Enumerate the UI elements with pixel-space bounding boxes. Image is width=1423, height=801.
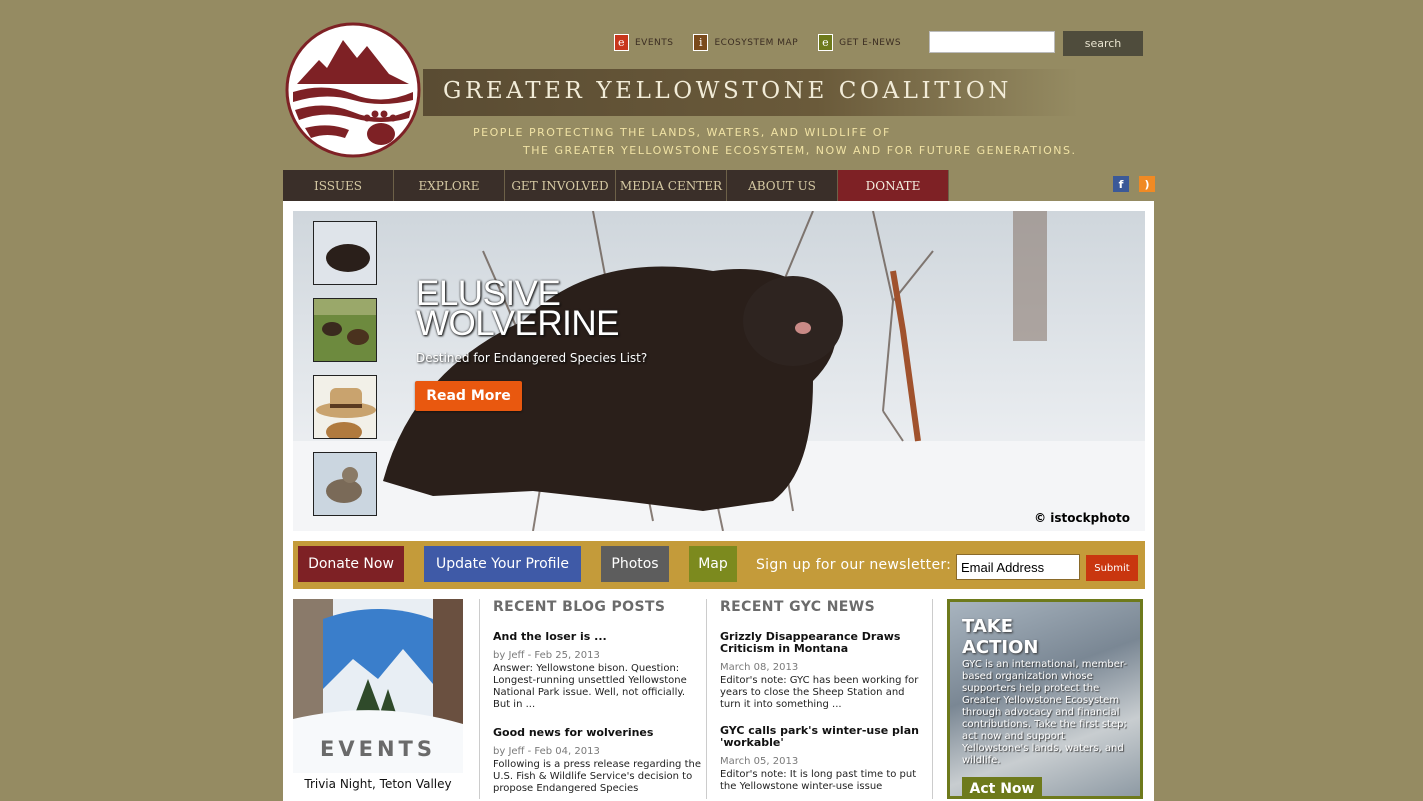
photo-credit: © istockphoto [1034, 511, 1130, 525]
site-title: GREATER YELLOWSTONE COALITION [443, 78, 1013, 104]
events-link[interactable]: e EVENTS [614, 34, 673, 51]
events-letter-icon: e [614, 34, 629, 51]
events-caption[interactable]: Trivia Night, Teton Valley [293, 773, 463, 799]
page-wrapper: e EVENTS i ECOSYSTEM MAP e GET E-NEWS se… [283, 0, 1155, 801]
tagline-line-1: PEOPLE PROTECTING THE LANDS, WATERS, AND… [473, 126, 891, 139]
blog-post-excerpt: Following is a press release regarding t… [493, 759, 701, 794]
action-bar: Donate Now Update Your Profile Photos Ma… [293, 541, 1145, 589]
column-divider [479, 599, 480, 799]
social-links: f ) [1113, 176, 1155, 192]
recent-gyc-news: RECENT GYC NEWS Grizzly Disappearance Dr… [720, 599, 920, 793]
news-item-date: March 05, 2013 [720, 756, 799, 767]
search-button[interactable]: search [1063, 31, 1143, 56]
slide-thumb-bison[interactable] [313, 298, 377, 362]
content-panel: ELUSIVE WOLVERINE Destined for Endangere… [283, 201, 1154, 801]
site-tagline: PEOPLE PROTECTING THE LANDS, WATERS, AND… [473, 124, 1076, 160]
blog-heading: RECENT BLOG POSTS [493, 599, 666, 615]
news-item-date: March 08, 2013 [720, 662, 799, 673]
news-item-excerpt: Editor's note: GYC has been working for … [720, 675, 919, 710]
take-action-box[interactable]: TAKE ACTION GYC is an international, mem… [947, 599, 1143, 799]
take-action-title: TAKE ACTION [962, 616, 1038, 658]
newsletter-submit-button[interactable]: Submit [1086, 555, 1138, 581]
main-nav: ISSUES EXPLORE GET INVOLVED MEDIA CENTER… [283, 170, 949, 201]
slide-thumb-wolf[interactable] [313, 452, 377, 516]
hero-slideshow[interactable]: ELUSIVE WOLVERINE Destined for Endangere… [293, 211, 1145, 531]
blog-post[interactable]: And the loser is ... by Jeff - Feb 25, 2… [493, 631, 703, 711]
events-link-label: EVENTS [635, 37, 674, 48]
search-input[interactable] [929, 31, 1055, 53]
blog-post-meta: by Jeff - Feb 25, 2013 [493, 650, 600, 661]
news-item-title[interactable]: Grizzly Disappearance Draws Criticism in… [720, 631, 920, 655]
enews-letter-icon: e [818, 34, 834, 51]
news-item[interactable]: GYC calls park's winter-use plan 'workab… [720, 725, 920, 793]
get-enews-link-label: GET E-NEWS [839, 37, 902, 48]
blog-post-excerpt: Answer: Yellowstone bison. Question: Lon… [493, 663, 687, 710]
wolverine-photo [293, 211, 1145, 531]
photos-button[interactable]: Photos [601, 546, 669, 582]
recent-blog-posts: RECENT BLOG POSTS And the loser is ... b… [493, 599, 703, 795]
nav-donate[interactable]: DONATE [838, 170, 949, 201]
info-letter-icon: i [693, 34, 709, 51]
gyc-logo[interactable] [285, 22, 421, 158]
column-divider [706, 599, 707, 799]
update-profile-button[interactable]: Update Your Profile [424, 546, 581, 582]
rss-icon[interactable]: ) [1139, 176, 1155, 192]
facebook-icon[interactable]: f [1113, 176, 1129, 192]
nav-get-involved[interactable]: GET INVOLVED [505, 170, 616, 201]
take-action-body: GYC is an international, member-based or… [962, 659, 1128, 766]
nav-explore[interactable]: EXPLORE [394, 170, 505, 201]
blog-post-title[interactable]: And the loser is ... [493, 631, 703, 643]
slide-thumb-ranger[interactable] [313, 375, 377, 439]
get-enews-link[interactable]: e GET E-NEWS [818, 34, 901, 51]
newsletter-label: Sign up for our newsletter: [756, 557, 952, 573]
email-field[interactable] [956, 554, 1080, 580]
map-button[interactable]: Map [689, 546, 737, 582]
read-more-button[interactable]: Read More [415, 381, 522, 411]
events-label: EVENTS [320, 737, 436, 761]
blog-post[interactable]: Good news for wolverines by Jeff - Feb 0… [493, 727, 703, 795]
news-item-title[interactable]: GYC calls park's winter-use plan 'workab… [720, 725, 920, 749]
donate-now-button[interactable]: Donate Now [298, 546, 404, 582]
hero-subtitle: Destined for Endangered Species List? [416, 351, 648, 365]
nav-media-center[interactable]: MEDIA CENTER [616, 170, 727, 201]
take-action-title-line-1: TAKE [962, 616, 1014, 637]
slide-thumb-wolverine[interactable] [313, 221, 377, 285]
blog-post-title[interactable]: Good news for wolverines [493, 727, 703, 739]
ecosystem-map-link-label: ECOSYSTEM MAP [714, 37, 799, 48]
news-item[interactable]: Grizzly Disappearance Draws Criticism in… [720, 631, 920, 711]
act-now-button[interactable]: Act Now [962, 777, 1042, 796]
nav-about-us[interactable]: ABOUT US [727, 170, 838, 201]
hero-title: ELUSIVE WOLVERINE [416, 276, 619, 343]
news-item-excerpt: Editor's note: It is long past time to p… [720, 769, 917, 792]
utility-links: e EVENTS i ECOSYSTEM MAP e GET E-NEWS [614, 34, 921, 51]
blog-post-meta: by Jeff - Feb 04, 2013 [493, 746, 600, 757]
nav-issues[interactable]: ISSUES [283, 170, 394, 201]
news-heading: RECENT GYC NEWS [720, 599, 876, 615]
column-divider [932, 599, 933, 799]
take-action-title-line-2: ACTION [962, 637, 1039, 658]
ecosystem-map-link[interactable]: i ECOSYSTEM MAP [693, 34, 798, 51]
events-box[interactable]: EVENTS Trivia Night, Teton Valley [293, 599, 463, 799]
events-photo [293, 599, 463, 799]
hero-title-line-2: WOLVERINE [416, 304, 619, 343]
tagline-line-2: THE GREATER YELLOWSTONE ECOSYSTEM, NOW A… [523, 144, 1077, 157]
